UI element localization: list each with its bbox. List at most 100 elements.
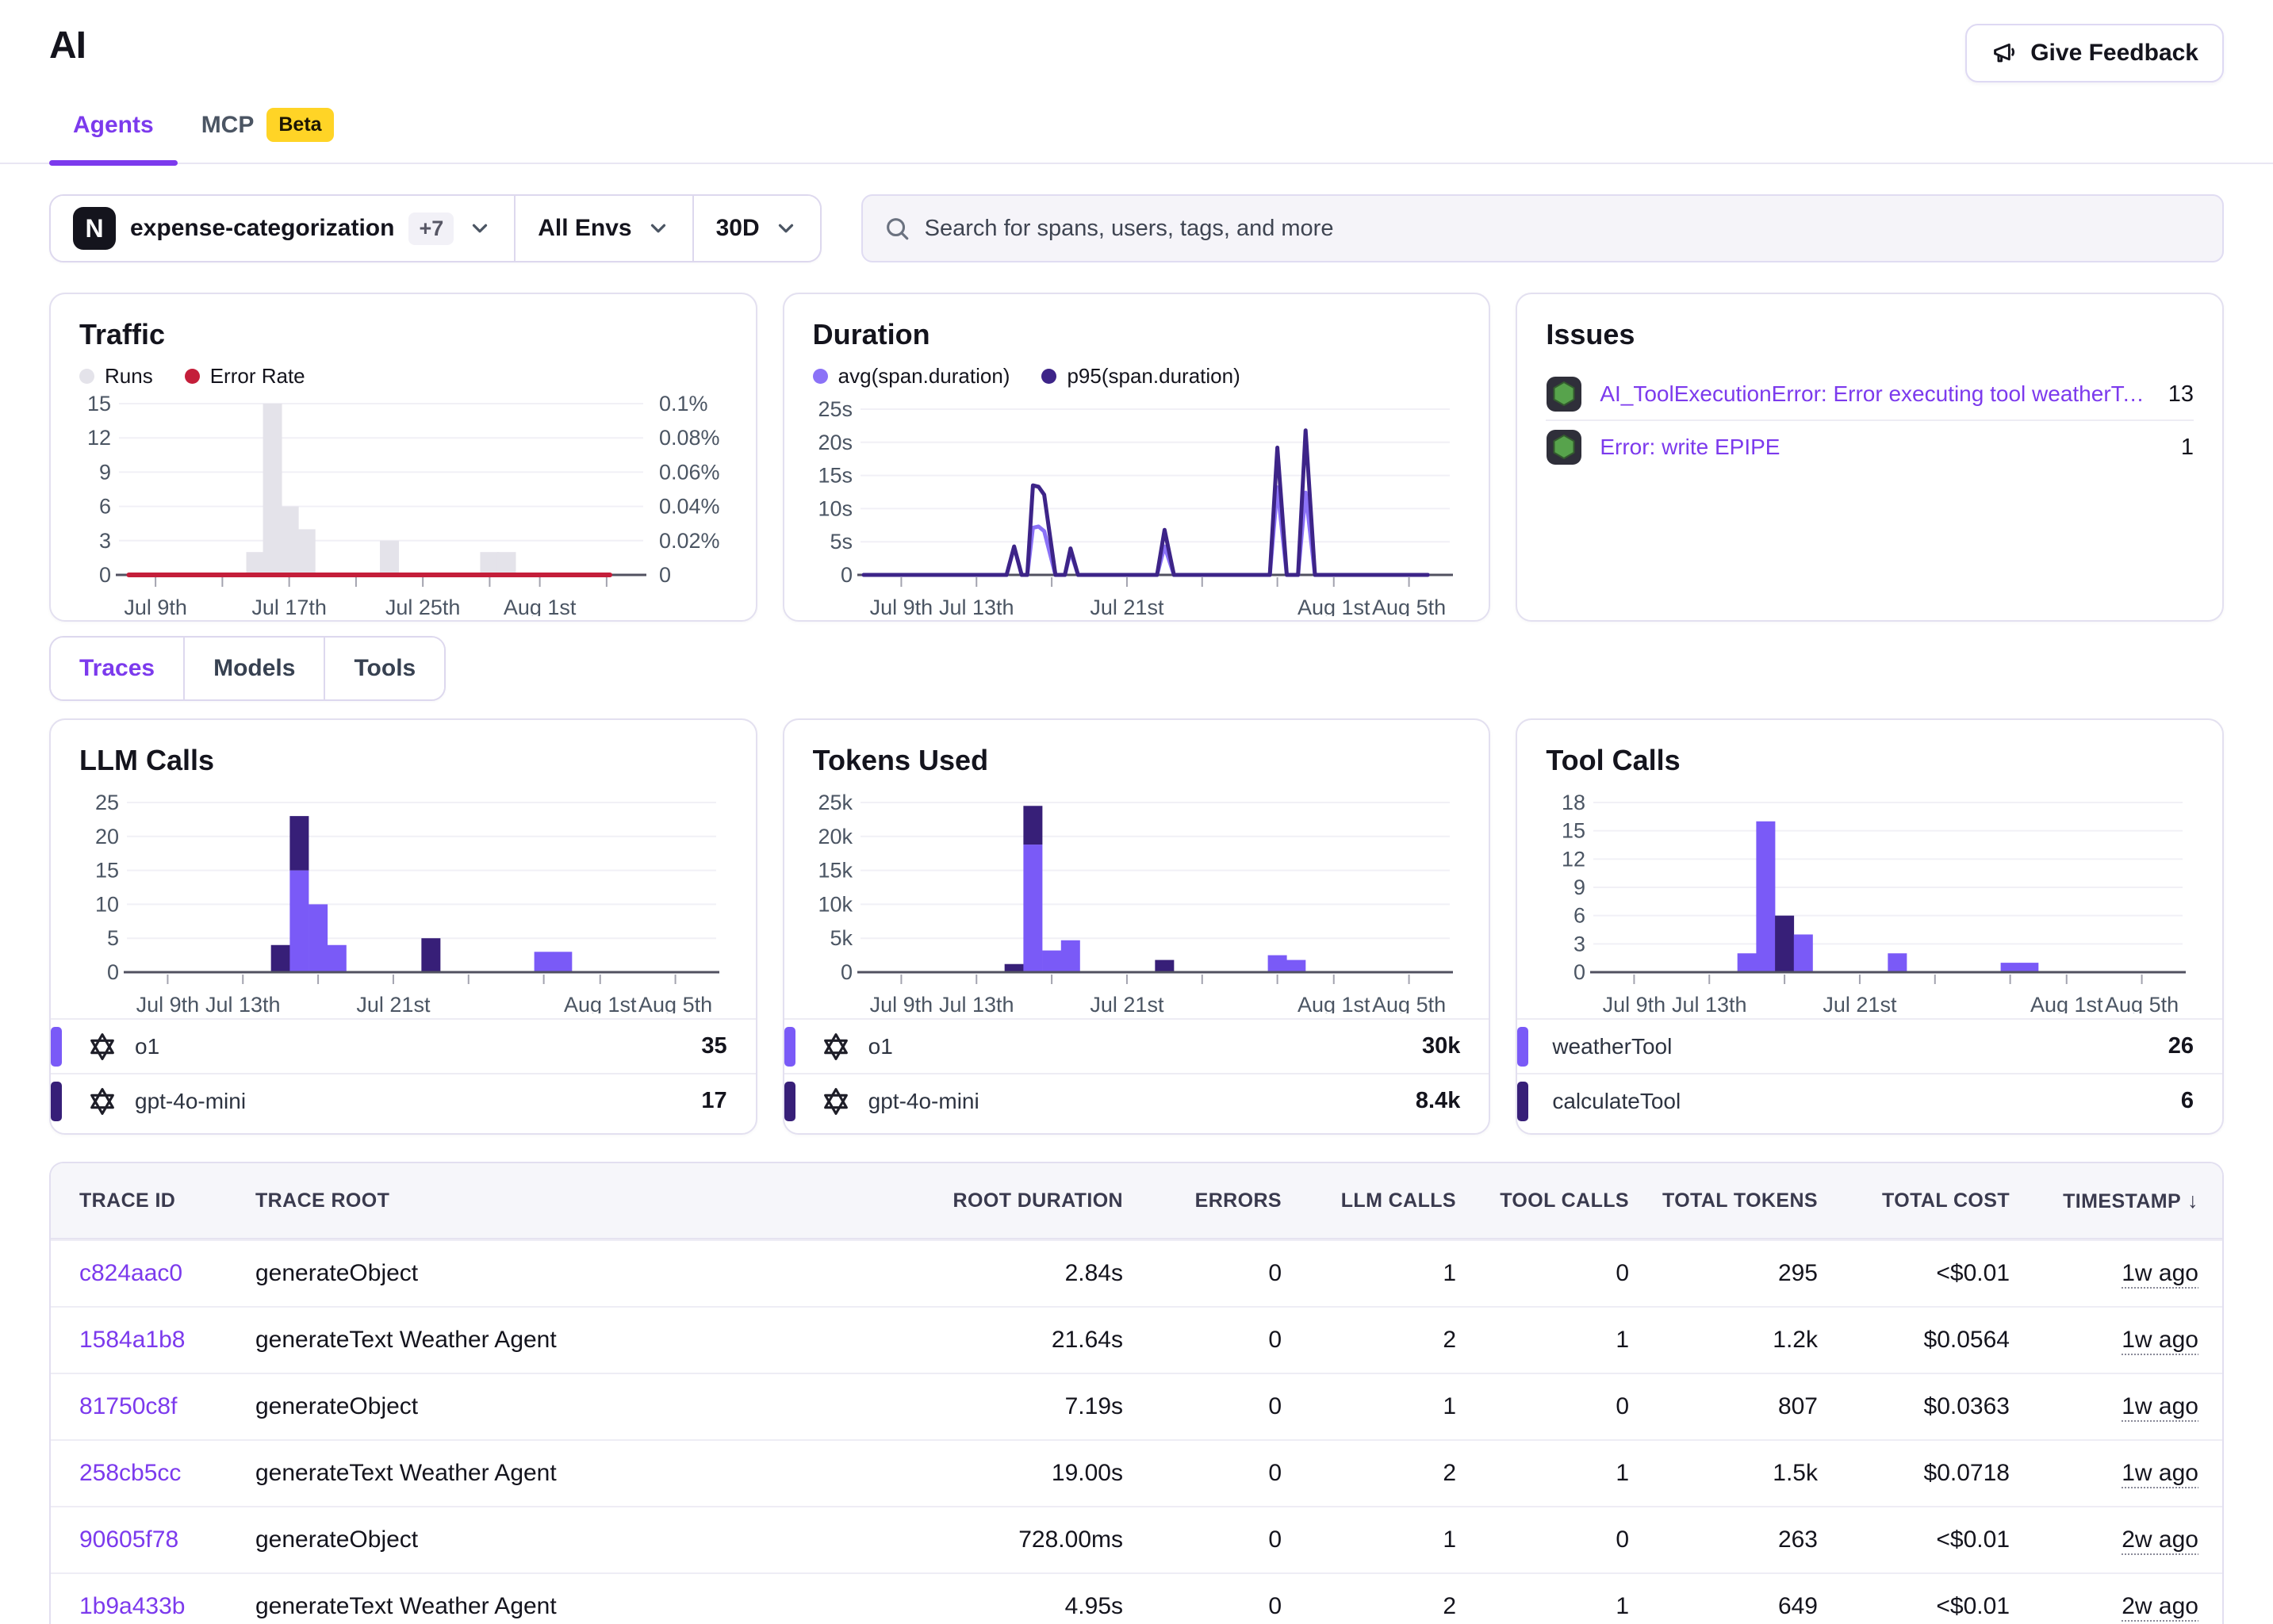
errors-cell: 0	[1129, 1460, 1288, 1487]
svg-text:15: 15	[1562, 819, 1585, 843]
p95-duration-legend-dot	[1041, 369, 1056, 384]
tab-traces[interactable]: Traces	[51, 638, 183, 699]
give-feedback-button[interactable]: Give Feedback	[1965, 24, 2224, 82]
col-root-duration[interactable]: ROOT DURATION	[828, 1189, 1129, 1212]
svg-text:Jul 21st: Jul 21st	[1090, 596, 1164, 616]
breakdown-row-gpt-4o-mini[interactable]: gpt-4o-mini 17	[51, 1073, 756, 1128]
give-feedback-label: Give Feedback	[2030, 40, 2198, 67]
issue-gem-icon	[1546, 429, 1582, 465]
breakdown-row-o1[interactable]: o1 35	[51, 1018, 756, 1073]
trace-id-link[interactable]: 81750c8f	[51, 1393, 255, 1420]
beta-badge: Beta	[266, 108, 333, 142]
svg-text:0.08%: 0.08%	[659, 426, 720, 450]
timestamp-cell: 2w ago	[2016, 1526, 2222, 1553]
svg-text:25: 25	[95, 791, 119, 814]
svg-text:0.02%: 0.02%	[659, 529, 720, 553]
active-tab-underline	[49, 160, 178, 166]
tool-calls-cell: 1	[1462, 1460, 1635, 1487]
svg-text:0: 0	[841, 960, 853, 984]
svg-text:9: 9	[1573, 875, 1585, 899]
metrics-row-1: Traffic Runs Error Rate 0030.02%60.04%90…	[49, 293, 2224, 622]
col-total-tokens[interactable]: TOTAL TOKENS	[1635, 1189, 1824, 1212]
model-call-count: 35	[701, 1033, 726, 1059]
table-row: 90605f78 generateObject 728.00ms 0 1 0 2…	[51, 1506, 2222, 1572]
breakdown-row-gpt-4o-mini[interactable]: gpt-4o-mini 8.4k	[784, 1073, 1489, 1128]
search-input[interactable]	[925, 216, 2202, 242]
breakdown-row-weathertool[interactable]: weatherTool 26	[1517, 1018, 2222, 1073]
errors-cell: 0	[1129, 1327, 1288, 1354]
table-row: 81750c8f generateObject 7.19s 0 1 0 807 …	[51, 1373, 2222, 1439]
tab-models-label: Models	[213, 655, 295, 682]
trace-id-link[interactable]: 90605f78	[51, 1526, 255, 1553]
svg-text:Aug 1st: Aug 1st	[504, 596, 577, 616]
svg-text:10: 10	[95, 892, 119, 916]
svg-text:0: 0	[99, 563, 111, 587]
svg-text:Aug 5th: Aug 5th	[2105, 993, 2179, 1013]
svg-text:15k: 15k	[818, 859, 853, 883]
tab-tools[interactable]: Tools	[324, 638, 444, 699]
trace-id-link[interactable]: 1584a1b8	[51, 1327, 255, 1354]
svg-text:25k: 25k	[818, 791, 853, 814]
issue-row[interactable]: AI_ToolExecutionError: Error executing t…	[1546, 369, 2194, 421]
trace-id-link[interactable]: 1b9a433b	[51, 1593, 255, 1620]
svg-text:Aug 1st: Aug 1st	[1297, 993, 1370, 1013]
model-token-count: 30k	[1422, 1033, 1460, 1059]
col-errors[interactable]: ERRORS	[1129, 1189, 1288, 1212]
filter-row: N expense-categorization +7 All Envs 30D	[49, 194, 2224, 262]
llm-calls-card-title: LLM Calls	[79, 744, 727, 777]
search-icon	[884, 215, 910, 242]
topbar: AI Give Feedback	[49, 0, 2224, 82]
total-tokens-cell: 295	[1635, 1260, 1824, 1287]
col-trace-id[interactable]: TRACE ID	[51, 1189, 255, 1212]
total-tokens-cell: 1.5k	[1635, 1460, 1824, 1487]
col-tool-calls[interactable]: TOOL CALLS	[1462, 1189, 1635, 1212]
duration-card: Duration avg(span.duration) p95(span.dur…	[783, 293, 1491, 622]
timestamp-value: 1w ago	[2122, 1393, 2198, 1419]
svg-text:Jul 9th: Jul 9th	[1603, 993, 1666, 1013]
openai-icon	[819, 1030, 853, 1063]
breakdown-row-calculatetool[interactable]: calculateTool 6	[1517, 1073, 2222, 1128]
errors-cell: 0	[1129, 1260, 1288, 1287]
col-total-cost[interactable]: TOTAL COST	[1824, 1189, 2016, 1212]
errors-cell: 0	[1129, 1393, 1288, 1420]
tab-agents[interactable]: Agents	[49, 100, 178, 164]
date-range-dropdown[interactable]: 30D	[692, 196, 820, 261]
svg-text:Jul 25th: Jul 25th	[385, 596, 461, 616]
tab-mcp-label: MCP	[201, 112, 255, 139]
svg-text:20s: 20s	[818, 431, 853, 454]
col-trace-root[interactable]: TRACE ROOT	[255, 1189, 828, 1212]
col-llm-calls[interactable]: LLM CALLS	[1288, 1189, 1462, 1212]
tab-models[interactable]: Models	[183, 638, 324, 699]
traces-table: TRACE ID TRACE ROOT ROOT DURATION ERRORS…	[49, 1162, 2224, 1624]
trace-id-link[interactable]: 258cb5cc	[51, 1460, 255, 1487]
trace-id-link[interactable]: c824aac0	[51, 1260, 255, 1287]
tool-calls-cell: 0	[1462, 1393, 1635, 1420]
main-tabbar: Agents MCP Beta	[49, 100, 2224, 164]
root-duration-cell: 2.84s	[828, 1260, 1129, 1287]
svg-text:0: 0	[1573, 960, 1585, 984]
tool-calls-chart: 0369121518Jul 9thJul 13thJul 21stAug 1st…	[1546, 783, 2194, 1013]
series-color-bar	[1517, 1082, 1528, 1121]
env-filter-dropdown[interactable]: All Envs	[514, 196, 692, 261]
issue-row[interactable]: Error: write EPIPE 1	[1546, 421, 2194, 473]
search-box	[861, 194, 2224, 262]
avg-duration-legend-label: avg(span.duration)	[838, 364, 1010, 389]
breakdown-row-o1[interactable]: o1 30k	[784, 1018, 1489, 1073]
series-color-bar	[784, 1082, 795, 1121]
issue-link[interactable]: Error: write EPIPE	[1600, 435, 2164, 460]
legend-item-error-rate: Error Rate	[185, 364, 305, 389]
issue-link[interactable]: AI_ToolExecutionError: Error executing t…	[1600, 381, 2150, 407]
svg-text:0: 0	[659, 563, 671, 587]
traffic-legend: Runs Error Rate	[79, 364, 727, 389]
series-color-bar	[1517, 1027, 1528, 1067]
svg-text:15: 15	[95, 859, 119, 883]
svg-text:15s: 15s	[818, 464, 853, 488]
timestamp-cell: 1w ago	[2016, 1393, 2222, 1420]
tab-tools-label: Tools	[354, 655, 416, 682]
col-timestamp[interactable]: TIMESTAMP↓	[2016, 1189, 2222, 1213]
svg-text:12: 12	[87, 426, 111, 450]
avg-duration-legend-dot	[813, 369, 828, 384]
tab-mcp[interactable]: MCP Beta	[178, 100, 358, 164]
metrics-row-2: LLM Calls 0510152025Jul 9thJul 13thJul 2…	[49, 718, 2224, 1135]
project-filter-dropdown[interactable]: N expense-categorization +7	[51, 196, 514, 261]
